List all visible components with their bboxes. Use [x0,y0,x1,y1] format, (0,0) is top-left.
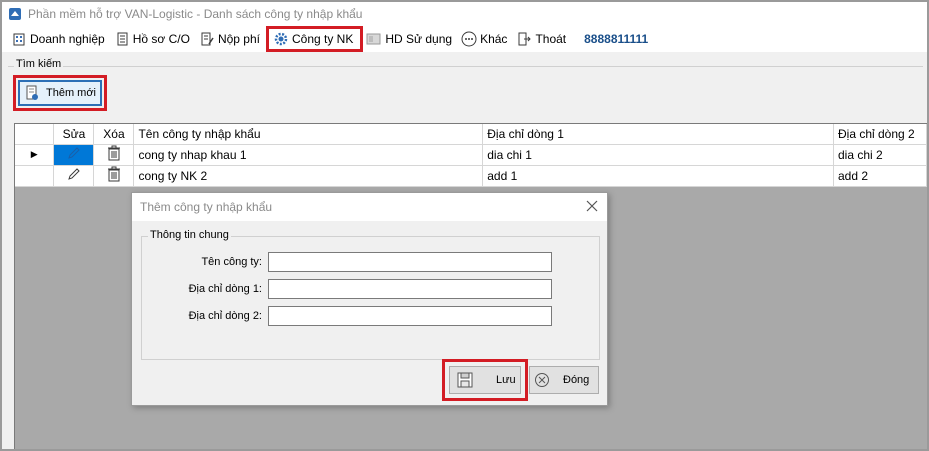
table-row[interactable]: cong ty NK 2 add 1 add 2 [15,165,928,187]
column-header-address-1[interactable]: Địa chỉ dòng 1 [482,124,834,145]
save-label: Lưu [496,374,516,386]
menu-item-thoat[interactable]: Thoát [513,28,572,50]
close-icon[interactable] [585,199,599,213]
building-icon [11,31,27,47]
menu-item-label: Thoát [535,32,567,46]
hotline-number: 8888811111 [584,32,649,46]
close-button[interactable]: Đóng [529,366,599,394]
dialog-title: Thêm công ty nhập khẩu [140,200,273,214]
column-header-edit[interactable]: Sửa [53,124,95,145]
company-name-input[interactable] [268,252,552,272]
search-group: Tìm kiếm [8,58,923,114]
menu-item-label: Hồ sơ C/O [132,32,190,46]
menu-item-doanh-nghiep[interactable]: Doanh nghiệp [8,28,111,50]
edit-icon[interactable] [53,144,95,166]
search-group-legend: Tìm kiếm [14,58,64,70]
window-title: Phần mềm hỗ trợ VAN-Logistic - Danh sách… [28,7,363,21]
company-table: Sửa Xóa Tên công ty nhập khẩu Địa chỉ dò… [15,124,928,187]
menu-item-ho-so-co[interactable]: Hồ sơ C/O [111,28,196,50]
edit-icon[interactable] [53,165,95,187]
group-divider [8,66,923,67]
address-1-row: Địa chỉ dòng 1: [146,279,552,299]
title-bar: Phần mềm hỗ trợ VAN-Logistic - Danh sách… [2,2,927,26]
menu-item-label: Khác [480,32,508,46]
cell-address-1[interactable]: add 1 [482,165,834,187]
company-name-row: Tên công ty: [146,252,552,272]
app-icon [9,8,21,20]
table-header-row: Sửa Xóa Tên công ty nhập khẩu Địa chỉ dò… [15,124,928,145]
menu-item-label: HD Sử dụng [385,32,453,46]
table-row[interactable]: ▶ cong ty nhap khau 1 dia chi 1 dia chi … [15,144,928,166]
menu-item-khac[interactable]: Khác [458,28,513,50]
new-document-icon [26,85,38,100]
menu-item-label: Công ty NK [291,32,354,46]
cell-address-2[interactable]: dia chi 2 [833,144,928,166]
column-header-company-name[interactable]: Tên công ty nhập khẩu [133,124,484,145]
address-2-label: Địa chỉ dòng 2: [188,310,262,322]
column-header-address-2[interactable]: Địa chỉ dòng 2 [833,124,928,145]
delete-icon[interactable] [93,165,135,187]
save-button[interactable]: Lưu [449,366,521,394]
cell-company-name[interactable]: cong ty NK 2 [133,165,484,187]
menu-item-hd-su-dung[interactable]: HD Sử dụng [363,28,458,50]
menu-item-nop-phi[interactable]: Nộp phí [196,28,266,50]
column-header-delete[interactable]: Xóa [93,124,135,145]
exit-icon [516,31,532,47]
address-1-label: Địa chỉ dòng 1: [188,283,262,295]
delete-icon[interactable] [93,144,135,166]
help-icon [366,31,382,47]
add-new-button[interactable]: Thêm mới [18,80,102,106]
address-2-row: Địa chỉ dòng 2: [146,306,552,326]
document-icon [114,31,130,47]
cell-address-1[interactable]: dia chi 1 [482,144,834,166]
company-name-label: Tên công ty: [201,256,262,268]
menu-item-label: Doanh nghiệp [30,32,105,46]
gear-icon [273,31,289,47]
address-2-input[interactable] [268,306,552,326]
row-selector[interactable] [15,165,55,187]
add-new-label: Thêm mới [46,87,96,99]
edit-document-icon [199,31,215,47]
menu-bar: Doanh nghiệp Hồ sơ C/O Nộp phí Công ty N… [2,26,927,52]
address-1-input[interactable] [268,279,552,299]
cell-address-2[interactable]: add 2 [833,165,928,187]
app-window: Phần mềm hỗ trợ VAN-Logistic - Danh sách… [0,0,929,451]
cell-company-name[interactable]: cong ty nhap khau 1 [133,144,484,166]
close-label: Đóng [563,374,590,386]
more-icon [461,31,477,47]
row-selector-arrow-icon[interactable]: ▶ [15,144,55,166]
general-info-legend: Thông tin chung [148,229,231,241]
cancel-circle-icon [533,371,551,389]
floppy-disk-icon [456,371,474,389]
menu-item-label: Nộp phí [217,32,260,46]
dialog-title-bar: Thêm công ty nhập khẩu [132,193,607,221]
row-header-corner [15,124,55,145]
menu-item-cong-ty-nk[interactable]: Công ty NK [265,26,364,52]
